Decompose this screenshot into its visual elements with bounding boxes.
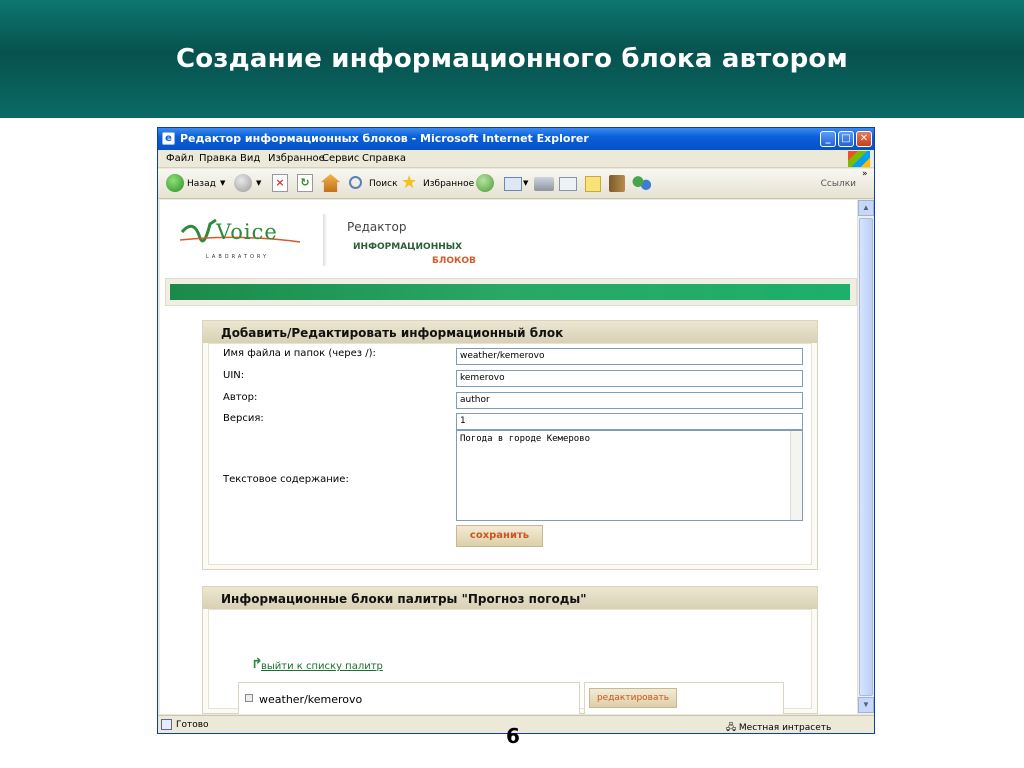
forward-arrow-icon[interactable] — [234, 174, 252, 192]
site-header: Voice LABORATORY Редактор ИНФОРМАЦИОННЫХ… — [160, 200, 857, 278]
content-text: Погода в городе Кемерово — [460, 434, 591, 444]
close-button[interactable]: ✕ — [856, 131, 872, 147]
logo-text: Voice — [216, 220, 278, 244]
author-input[interactable]: author — [456, 392, 803, 409]
page-scrollbar[interactable]: ▲ ▼ — [857, 200, 874, 714]
windows-logo-icon — [848, 151, 870, 167]
palette-panel-title: Информационные блоки палитры "Прогноз по… — [203, 587, 817, 609]
menu-help[interactable]: Справка — [362, 153, 406, 164]
browser-window: e Редактор информационных блоков - Micro… — [157, 127, 875, 734]
list-item: weather/kemerovo — [238, 682, 580, 714]
menu-bar: Файл Правка Вид Избранное Сервис Справка — [158, 150, 874, 168]
edit-button[interactable]: редактировать — [589, 688, 677, 708]
editor-title-line2: ИНФОРМАЦИОННЫХ — [353, 242, 463, 252]
version-input[interactable]: 1 — [456, 413, 803, 430]
page-number: 6 — [506, 724, 520, 748]
scroll-up-icon[interactable]: ▲ — [858, 200, 874, 216]
window-title: Редактор информационных блоков - Microso… — [180, 132, 589, 145]
menu-view[interactable]: Вид — [240, 153, 260, 164]
slide-banner: Создание информационного блока автором — [0, 0, 1024, 118]
title-bar: e Редактор информационных блоков - Micro… — [158, 128, 874, 150]
filename-label: Имя файла и папок (через /): — [223, 348, 376, 359]
search-button-label[interactable]: Поиск — [369, 179, 398, 189]
palette-blocks-panel: Информационные блоки палитры "Прогноз по… — [202, 586, 818, 714]
toolbar-overflow-icon[interactable]: » — [862, 169, 868, 179]
zone-text: Местная интрасеть — [738, 723, 832, 733]
edit-panel-title: Добавить/Редактировать информационный бл… — [203, 321, 817, 343]
uin-label: UIN: — [223, 370, 245, 381]
scroll-down-icon[interactable]: ▼ — [858, 697, 874, 713]
page-status-icon — [161, 719, 172, 730]
textarea-scrollbar[interactable] — [790, 431, 802, 520]
content-textarea[interactable]: Погода в городе Кемерово — [456, 430, 803, 521]
edit-block-panel: Добавить/Редактировать информационный бл… — [202, 320, 818, 570]
editor-title-line1: Редактор — [347, 220, 407, 234]
messenger-icon[interactable] — [632, 176, 652, 192]
links-label[interactable]: Ссылки — [821, 179, 856, 189]
menu-favorites[interactable]: Избранное — [268, 153, 325, 164]
research-icon[interactable] — [609, 175, 625, 192]
status-text: Готово — [176, 720, 209, 730]
content-label: Текстовое содержание: — [223, 474, 349, 485]
note-icon[interactable] — [585, 176, 601, 192]
toolbar: Назад ▼ ▼ × ↻ Поиск ★ Избранное ▼ Ссылки… — [158, 169, 874, 199]
mail-dropdown-icon[interactable]: ▼ — [523, 179, 528, 187]
item-name: weather/kemerovo — [259, 693, 363, 706]
item-actions: редактировать — [584, 682, 784, 714]
forward-dropdown-icon[interactable]: ▼ — [256, 179, 261, 187]
security-zone: 🖧 Местная интрасеть — [726, 723, 832, 733]
slide-title: Создание информационного блока автором — [176, 44, 848, 74]
stop-icon[interactable]: × — [272, 174, 288, 192]
voice-logo: Voice LABORATORY — [179, 214, 310, 264]
history-icon[interactable] — [476, 174, 494, 192]
maximize-button[interactable]: □ — [838, 131, 854, 147]
item-checkbox[interactable] — [245, 694, 253, 702]
edit-page-icon[interactable] — [559, 177, 577, 191]
menu-file[interactable]: Файл — [166, 153, 194, 164]
uin-input[interactable]: kemerovo — [456, 370, 803, 387]
back-dropdown-icon[interactable]: ▼ — [220, 179, 225, 187]
back-arrow-icon[interactable] — [166, 174, 184, 192]
scroll-thumb[interactable] — [859, 218, 873, 696]
menu-tools[interactable]: Сервис — [322, 153, 359, 164]
home-icon[interactable] — [321, 174, 340, 192]
save-button[interactable]: сохранить — [456, 525, 543, 547]
version-label: Версия: — [223, 413, 264, 424]
minimize-button[interactable]: _ — [820, 131, 836, 147]
print-icon[interactable] — [534, 177, 554, 191]
refresh-icon[interactable]: ↻ — [297, 174, 313, 192]
logo-subtitle: LABORATORY — [206, 254, 270, 260]
filename-input[interactable]: weather/kemerovo — [456, 348, 803, 365]
ie-icon: e — [162, 132, 175, 145]
palette-panel-body: ↱ выйти к списку палитр weather/kemerovo… — [208, 609, 812, 714]
favorites-star-icon[interactable]: ★ — [401, 172, 417, 193]
back-button-label[interactable]: Назад — [187, 179, 216, 189]
edit-panel-body: Имя файла и папок (через /): weather/kem… — [208, 343, 812, 565]
menu-edit[interactable]: Правка — [199, 153, 237, 164]
page-content: Voice LABORATORY Редактор ИНФОРМАЦИОННЫХ… — [160, 200, 857, 714]
header-divider — [323, 214, 327, 266]
favorites-button-label[interactable]: Избранное — [423, 179, 474, 189]
author-label: Автор: — [223, 392, 258, 403]
back-to-palettes-link[interactable]: выйти к списку палитр — [261, 661, 383, 672]
editor-title-line3: БЛОКОВ — [432, 256, 476, 266]
green-stripe — [170, 284, 850, 300]
search-icon[interactable] — [349, 176, 362, 189]
mail-icon[interactable] — [504, 177, 522, 191]
